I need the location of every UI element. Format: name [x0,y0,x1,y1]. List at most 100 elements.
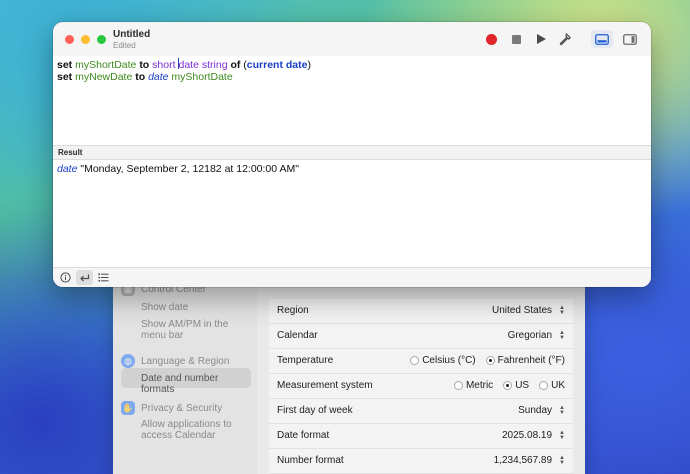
date-format-popup[interactable]: 2025.08.19 ▲ ▼ [501,429,565,442]
temperature-radio-group: Celsius (°C) Fahrenheit (°F) [410,355,565,366]
property-date-string: date string [178,59,228,71]
radio-label: US [515,380,530,392]
popup-arrows-icon: ▲ ▼ [559,454,565,466]
close-paren: ) [307,59,311,71]
result-type: date [57,163,78,175]
keyword-to: to [139,59,150,71]
popup-arrows-icon: ▲ ▼ [559,329,565,341]
run-icon [536,34,546,44]
command-current-date: current date [246,59,308,71]
window-controls [65,35,106,44]
row-label: Measurement system [277,380,373,392]
class-date: date [148,71,169,83]
compile-hammer-icon [559,32,571,45]
show-library-icon [623,33,637,45]
window-title-block: Untitled Edited [113,29,150,50]
record-button[interactable] [483,31,499,47]
radio-uk[interactable]: UK [539,380,565,391]
sidebar-subitem-show-date[interactable]: Show date [141,302,251,313]
radio-fahrenheit[interactable]: Fahrenheit (°F) [485,355,565,367]
popup-value: Gregorian [507,330,553,342]
keyword-to: to [135,71,146,83]
popup-arrows-icon: ▲ ▼ [559,429,565,441]
stop-icon [511,34,521,44]
globe-icon: ◍ [121,354,135,368]
description-button[interactable] [57,270,74,285]
radio-label: Metric [465,380,494,392]
zoom-button[interactable] [97,35,106,44]
sidebar-item-label: Privacy & Security [141,402,223,414]
sidebar-subitem-date-number-formats[interactable]: Date and number formats [141,373,251,395]
hand-icon: ✋ [121,401,135,415]
radio-button-selected [485,356,495,366]
radio-celsius[interactable]: Celsius (°C) [410,355,476,367]
minimize-button[interactable] [81,35,90,44]
popup-value: Sunday [518,405,553,417]
radio-us[interactable]: US [503,380,529,391]
row-first-day: First day of week Sunday ▲ ▼ [269,399,573,424]
row-date-format: Date format 2025.08.19 ▲ ▼ [269,424,573,449]
keyword-of: of [230,59,241,71]
result-header: Result [53,145,651,160]
row-measurement: Measurement system Metric US UK [269,374,573,399]
radio-label: Fahrenheit (°F) [497,355,565,367]
sidebar-item-label: Language & Region [141,355,230,367]
window-title[interactable]: Untitled [113,29,150,40]
region-popup[interactable]: United States ▲ ▼ [492,304,565,317]
popup-arrows-icon: ▲ ▼ [559,304,565,316]
compile-button[interactable] [557,31,573,47]
keyword-set: set [57,59,73,71]
radio-button [539,381,549,391]
property-short: short [152,59,176,71]
show-library-button[interactable] [619,30,641,48]
radio-metric[interactable]: Metric [453,380,494,392]
close-button[interactable] [65,35,74,44]
popup-value: 1,234,567.89 [493,455,553,467]
variable-my-new-date: myNewDate [75,71,133,83]
number-format-popup[interactable]: 1,234,567.89 ▲ ▼ [493,454,565,467]
first-day-popup[interactable]: Sunday ▲ ▼ [518,404,565,417]
sidebar-item-language-region[interactable]: ◍ Language & Region [121,354,251,368]
sidebar-item-privacy-security[interactable]: ✋ Privacy & Security [121,401,251,415]
sidebar-subitem-allow-calendar[interactable]: Allow applications to access Calendar [141,419,241,441]
row-temperature: Temperature Celsius (°C) Fahrenheit (°F) [269,349,573,374]
row-label: Number format [277,455,344,467]
sidebar-subitem-show-ampm[interactable]: Show AM/PM in the menu bar [141,319,241,341]
settings-sidebar: ▦ Control Center Show date Show AM/PM in… [113,270,257,474]
calendar-popup[interactable]: Gregorian ▲ ▼ [507,329,565,342]
script-editor-window: Untitled Edited set myShortDate to short… [53,22,651,287]
stop-button[interactable] [508,31,524,47]
record-icon [485,33,497,45]
keyword-set: set [57,71,73,83]
show-log-icon [595,33,609,45]
list-icon [98,273,109,282]
row-label: Calendar [277,330,318,342]
radio-button [410,356,420,366]
radio-label: Celsius (°C) [422,355,476,367]
row-label: Region [277,305,309,317]
row-label: Temperature [277,355,334,367]
row-region: Region United States ▲ ▼ [269,299,573,324]
row-number-format: Number format 1,234,567.89 ▲ ▼ [269,449,573,474]
radio-label: UK [551,380,565,392]
result-pane: date "Monday, September 2, 12182 at 12:0… [53,160,651,270]
result-view-button[interactable] [76,270,93,285]
row-label: First day of week [277,405,353,417]
variable-my-short-date: myShortDate [171,71,233,83]
row-calendar: Calendar Gregorian ▲ ▼ [269,324,573,349]
row-label: Date format [277,430,330,442]
popup-value: 2025.08.19 [501,430,553,442]
run-button[interactable] [533,31,549,47]
measurement-radio-group: Metric US UK [453,380,565,392]
system-settings-window: ▦ Control Center Show date Show AM/PM in… [113,270,585,474]
radio-button [453,381,463,391]
popup-arrows-icon: ▲ ▼ [559,404,565,416]
radio-button-selected [503,381,513,391]
code-line-1: set myShortDate to short date string of (… [57,58,647,71]
title-bar[interactable]: Untitled Edited [53,22,651,56]
events-view-button[interactable] [95,270,112,285]
settings-main-pane: 2025.08.19, 8:34 PM $12,345.67 4,567.89 … [257,270,585,474]
show-log-button[interactable] [591,30,613,48]
return-icon [80,274,90,281]
variable-my-short-date: myShortDate [75,59,137,71]
